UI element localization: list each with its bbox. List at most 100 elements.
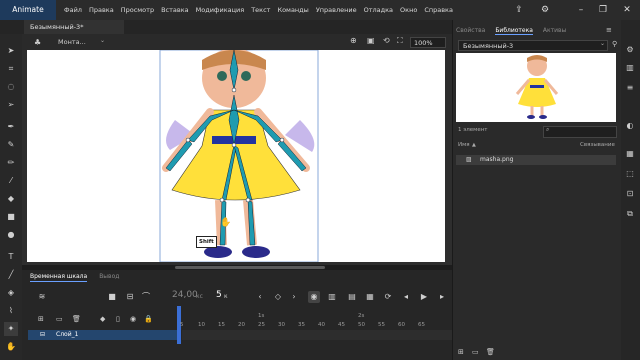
shift-tooltip: Shift <box>196 236 217 248</box>
menu-item-commands[interactable]: Команды <box>277 0 308 20</box>
tab-assets[interactable]: Активы <box>543 27 566 35</box>
color-dock-icon[interactable]: ◐ <box>624 120 636 132</box>
brush-tool-icon[interactable]: ✎ <box>4 138 18 152</box>
pen-tool-icon[interactable]: ✒ <box>4 120 18 134</box>
menu-item-edit[interactable]: Правка <box>89 0 114 20</box>
selection-tool-icon[interactable]: ➤ <box>4 44 18 58</box>
step-forward-icon[interactable]: ▸ <box>436 291 448 303</box>
layer-name[interactable]: Слой_1 <box>56 330 78 340</box>
line-tool-icon[interactable]: ╱ <box>4 268 18 282</box>
cursor-icon: ✋ <box>220 218 232 228</box>
graph-icon[interactable]: ⌒ <box>140 291 152 303</box>
rectangle-tool-icon[interactable]: ■ <box>4 210 18 224</box>
new-symbol-icon[interactable]: ⊞ <box>458 348 464 356</box>
close-icon[interactable]: ✕ <box>620 3 634 17</box>
character-artwork[interactable] <box>150 50 330 262</box>
bone-tool-icon[interactable]: ✦ <box>4 322 18 336</box>
delete-icon[interactable]: 🗑 <box>486 348 495 356</box>
code-dock-icon[interactable]: ⧉ <box>624 208 636 220</box>
menu-item-view[interactable]: Просмотр <box>121 0 154 20</box>
layer-depth-icon[interactable]: ⊟ <box>124 291 136 303</box>
bitmap-icon: ▨ <box>466 156 472 163</box>
menu-item-debug[interactable]: Отладка <box>364 0 393 20</box>
menu-item-file[interactable]: Файл <box>64 0 82 20</box>
pin-icon[interactable]: ⚲ <box>612 40 617 48</box>
library-column-linkage[interactable]: Связывание <box>580 142 615 148</box>
subselection-tool-icon[interactable]: ➢ <box>4 98 18 112</box>
camera-icon[interactable]: ■ <box>106 291 118 303</box>
frame-tick: 10 <box>198 322 205 328</box>
text-tool-icon[interactable]: T <box>4 250 18 264</box>
minimize-icon[interactable]: – <box>574 3 588 17</box>
new-layer-icon[interactable]: ⊞ <box>38 315 44 323</box>
library-column-name[interactable]: Имя <box>458 142 470 148</box>
play-icon[interactable]: ▶ <box>418 291 430 303</box>
delete-layer-icon[interactable]: 🗑 <box>72 315 81 323</box>
document-tab[interactable]: Безымянный-3* <box>24 20 124 34</box>
panel-menu-icon[interactable]: ≡ <box>606 26 612 34</box>
lock-icon[interactable]: 🔒 <box>144 315 153 323</box>
tab-library[interactable]: Библиотека <box>495 27 533 35</box>
tab-output[interactable]: Вывод <box>99 272 119 282</box>
menu-item-window[interactable]: Окно <box>400 0 417 20</box>
library-dock-icon[interactable]: ▥ <box>624 62 636 74</box>
oval-tool-icon[interactable]: ● <box>4 228 18 242</box>
library-search-input[interactable] <box>543 126 617 138</box>
properties-dock-icon[interactable]: ⚙ <box>624 44 636 56</box>
menu-item-text[interactable]: Текст <box>251 0 270 20</box>
fit-stage-icon[interactable]: ⛶ <box>397 36 403 46</box>
menu-item-help[interactable]: Справка <box>424 0 453 20</box>
stage-rotate-icon[interactable]: ⟲ <box>383 36 390 45</box>
scene-icon[interactable]: ♣ <box>34 37 46 48</box>
keyframe-icon[interactable]: ◇ <box>272 291 284 303</box>
maximize-icon[interactable]: ❐ <box>596 3 610 17</box>
frames-row[interactable] <box>182 330 452 340</box>
zoom-select[interactable]: 100% <box>410 37 446 48</box>
frame-rate[interactable]: 24,00 <box>172 290 198 300</box>
lasso-tool-icon[interactable]: ◌ <box>4 80 18 94</box>
components-dock-icon[interactable]: ⊡ <box>624 188 636 200</box>
paint-bucket-icon[interactable]: ◈ <box>4 286 18 300</box>
new-folder-icon[interactable]: ▭ <box>56 315 63 323</box>
center-stage-icon[interactable]: ⊕ <box>350 36 357 45</box>
new-folder-icon[interactable]: ▭ <box>472 348 479 356</box>
clip-content-icon[interactable]: ▣ <box>367 36 375 45</box>
sort-arrow-icon[interactable]: ▲ <box>472 142 476 148</box>
transform-dock-icon[interactable]: ⬚ <box>624 168 636 180</box>
align-dock-icon[interactable]: ≡ <box>624 82 636 94</box>
classic-brush-icon[interactable]: ⁄ <box>4 174 18 188</box>
horizontal-scrollbar[interactable] <box>175 266 325 269</box>
highlight-layer-icon[interactable]: ◆ <box>100 315 105 323</box>
menu-item-modify[interactable]: Модификация <box>196 0 245 20</box>
loop-icon[interactable]: ⟳ <box>382 291 394 303</box>
pencil-tool-icon[interactable]: ✏ <box>4 156 18 170</box>
free-transform-tool-icon[interactable]: ⌗ <box>4 62 18 76</box>
chevron-right-icon[interactable]: › <box>288 291 300 303</box>
chevron-left-icon[interactable]: ‹ <box>254 291 266 303</box>
library-document-select[interactable]: Безымянный-3 <box>458 40 608 51</box>
current-frame[interactable]: 5 <box>216 290 222 300</box>
armature-bones[interactable] <box>165 50 307 246</box>
step-back-icon[interactable]: ◂ <box>400 291 412 303</box>
tab-properties[interactable]: Свойства <box>456 27 485 35</box>
menu-item-control[interactable]: Управление <box>316 0 357 20</box>
preview-character <box>515 55 559 119</box>
layer-row[interactable] <box>28 330 178 340</box>
insert-frame-icon[interactable]: ▤ <box>346 291 358 303</box>
swatches-dock-icon[interactable]: ▦ <box>624 148 636 160</box>
share-icon[interactable]: ⇪ <box>512 3 526 17</box>
workspace-icon[interactable]: ⚙ <box>538 3 552 17</box>
insert-keyframe-icon[interactable]: ▦ <box>364 291 376 303</box>
layers-icon[interactable]: ≋ <box>36 291 48 303</box>
edit-multiple-frames-icon[interactable]: ▥ <box>326 291 338 303</box>
hand-tool-icon[interactable]: ✋ <box>4 340 18 354</box>
eyedropper-icon[interactable]: ⌇ <box>4 304 18 318</box>
outline-icon[interactable]: ▯ <box>116 315 120 323</box>
menu-item-insert[interactable]: Вставка <box>161 0 189 20</box>
chevron-down-icon[interactable]: ⌄ <box>600 40 605 47</box>
tab-timeline[interactable]: Временная шкала <box>30 272 88 282</box>
visibility-icon[interactable]: ◉ <box>130 315 136 323</box>
onion-skin-icon[interactable]: ◉ <box>308 291 320 303</box>
chevron-down-icon[interactable]: ⌄ <box>100 37 105 44</box>
eraser-tool-icon[interactable]: ◆ <box>4 192 18 206</box>
